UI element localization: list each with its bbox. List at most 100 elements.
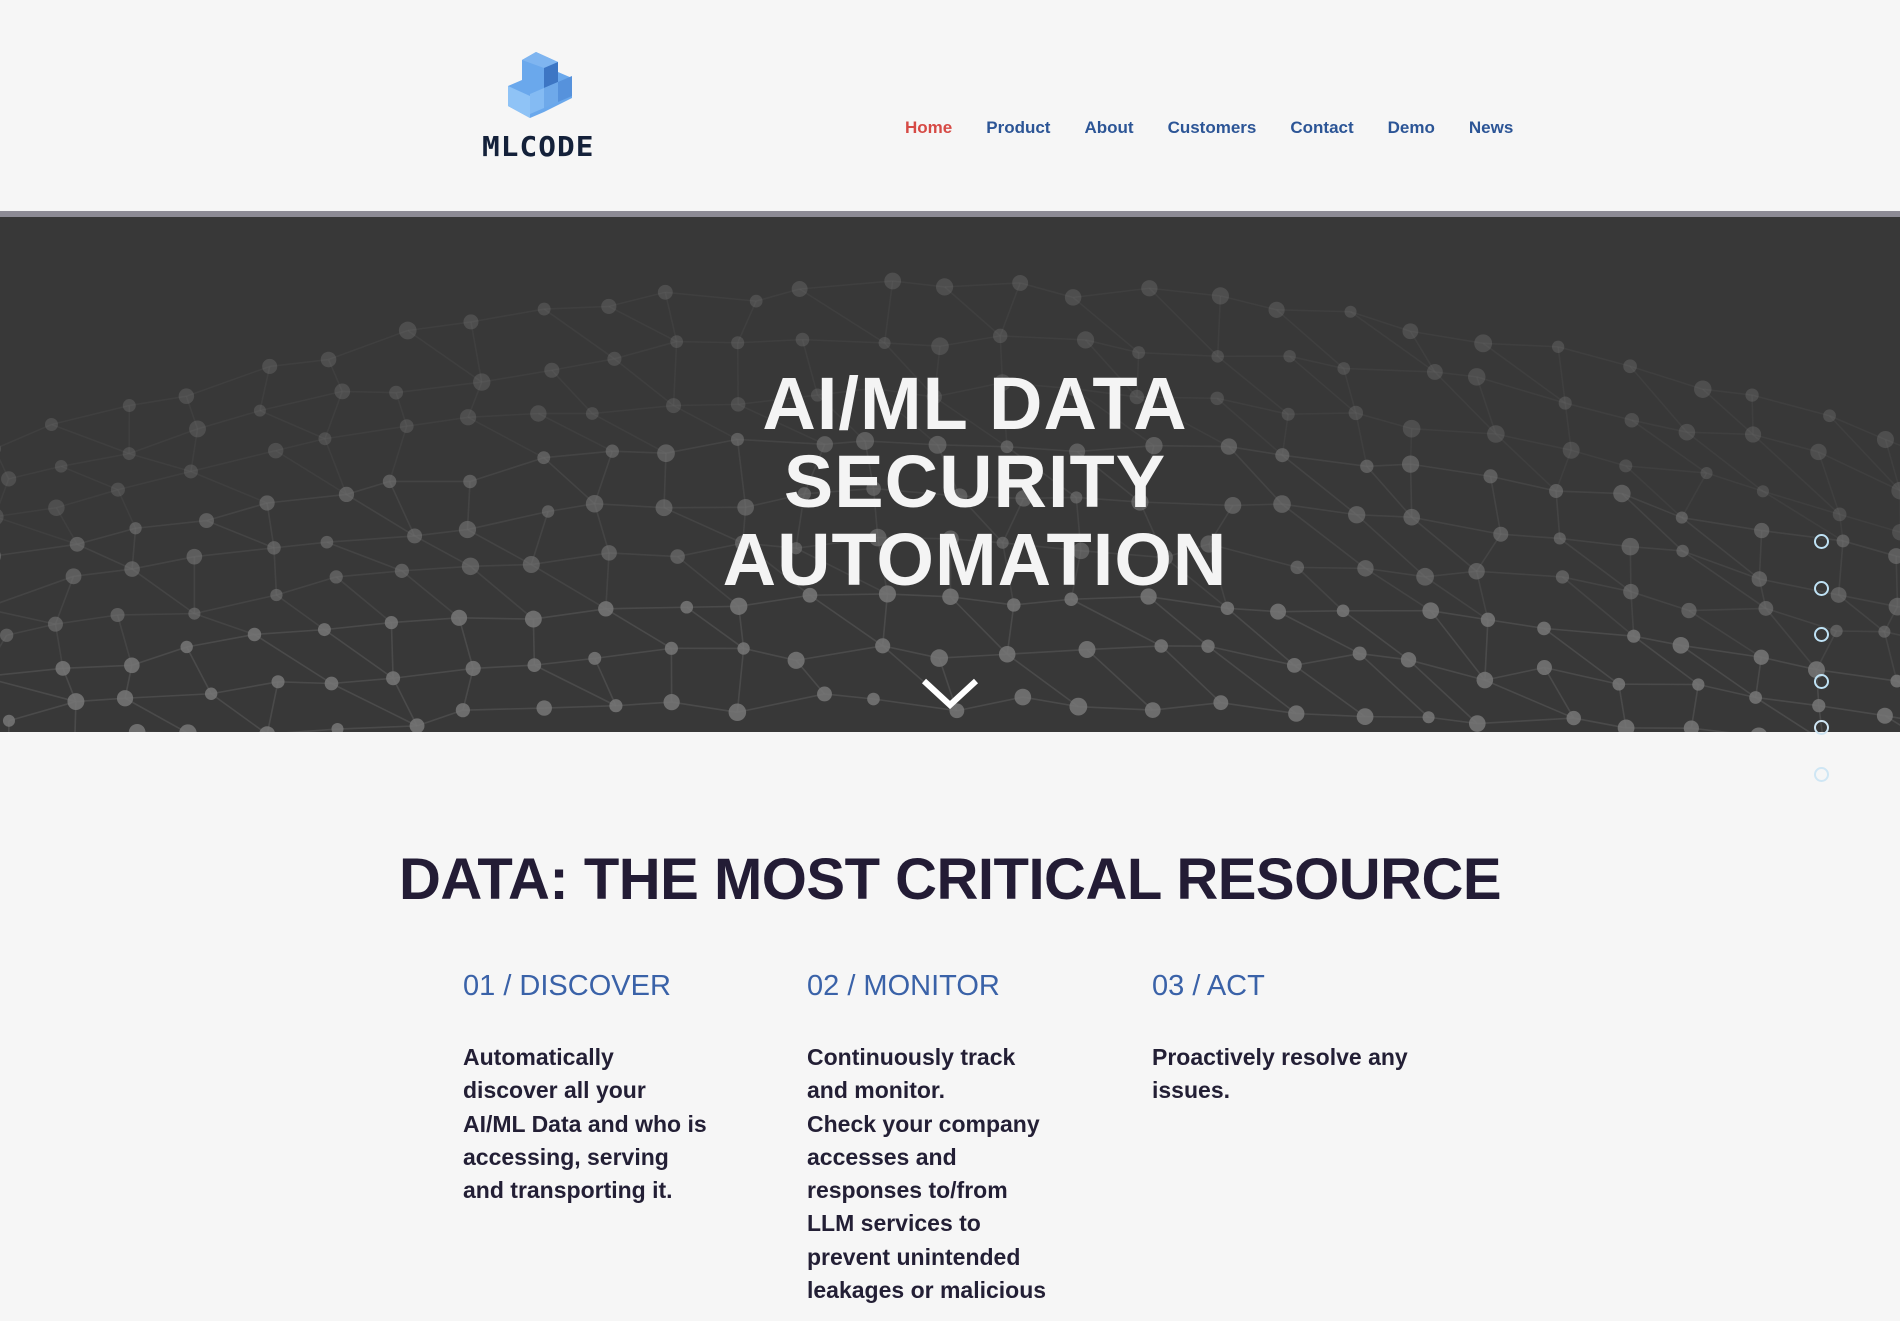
network-link <box>211 681 279 695</box>
network-node <box>1753 649 1769 665</box>
network-node <box>1144 702 1161 718</box>
network-link <box>1688 607 1766 612</box>
network-node <box>1468 715 1486 732</box>
network-node <box>1213 695 1229 711</box>
network-link <box>1483 342 1559 348</box>
network-link <box>462 707 545 711</box>
nav-product[interactable]: Product <box>986 118 1050 138</box>
network-link <box>544 704 616 709</box>
network-node <box>1476 671 1494 689</box>
network-link <box>802 338 885 344</box>
network-node <box>787 651 805 669</box>
network-link <box>331 677 394 685</box>
network-node <box>1268 301 1285 318</box>
nav-demo[interactable]: Demo <box>1388 118 1435 138</box>
section-dot[interactable] <box>1814 720 1829 735</box>
network-link <box>1680 644 1762 659</box>
feature-heading: 02 / MONITOR <box>807 970 1000 1002</box>
network-link <box>594 658 617 707</box>
network-node <box>680 600 694 614</box>
network-node <box>935 278 954 296</box>
feature-column-monitor: 02 / MONITOR Continuously track and moni… <box>807 970 1087 1307</box>
network-link <box>1543 627 1634 637</box>
section-dot[interactable] <box>1814 580 1829 596</box>
network-link <box>544 305 609 310</box>
network-link <box>664 292 678 342</box>
network-node <box>128 723 146 732</box>
network-link <box>665 291 757 302</box>
network-link <box>275 594 325 631</box>
network-node <box>795 332 810 347</box>
network-node <box>731 336 745 350</box>
network-node <box>524 610 542 628</box>
network-node <box>317 623 331 637</box>
network-link <box>254 633 332 685</box>
network-link <box>1691 727 1731 732</box>
network-link <box>0 611 56 625</box>
nav-about[interactable]: About <box>1084 118 1133 138</box>
network-link <box>470 308 545 323</box>
hero-title: AI/ML DATA SECURITY AUTOMATION <box>0 365 1900 599</box>
network-node <box>536 700 552 716</box>
network-node <box>451 609 468 626</box>
network-link <box>324 621 392 631</box>
nav-customers[interactable]: Customers <box>1168 118 1257 138</box>
network-link <box>62 664 132 670</box>
section-dot[interactable] <box>1814 673 1829 689</box>
network-node <box>455 703 470 718</box>
network-link <box>1296 712 1366 718</box>
network-node <box>47 616 63 632</box>
network-node <box>1352 646 1367 661</box>
network-link <box>392 677 418 727</box>
network-link <box>1487 618 1545 630</box>
network-node <box>1888 597 1900 616</box>
network-node <box>598 601 614 617</box>
network-link <box>608 305 678 343</box>
chevron-down-icon[interactable] <box>920 675 980 715</box>
network-node <box>2 714 16 727</box>
section-dot[interactable] <box>1814 766 1829 782</box>
network-node <box>1627 629 1641 643</box>
network-node <box>110 607 125 623</box>
logo[interactable]: MLCODE <box>480 52 604 163</box>
network-node <box>179 724 197 732</box>
network-link <box>1152 701 1221 711</box>
network-node <box>409 718 425 732</box>
network-link <box>186 633 255 648</box>
section-dot[interactable] <box>1814 627 1829 642</box>
nav-contact[interactable]: Contact <box>1290 118 1353 138</box>
network-node <box>1336 604 1350 618</box>
feature-body: Proactively resolve any issues. <box>1152 1041 1432 1108</box>
network-link <box>939 335 1001 348</box>
network-node <box>1076 331 1095 349</box>
network-link <box>736 648 745 713</box>
network-link <box>533 664 617 707</box>
nav-home[interactable]: Home <box>905 118 952 138</box>
network-node <box>728 703 747 722</box>
network-link <box>390 622 394 679</box>
network-node <box>384 615 398 630</box>
network-link <box>185 646 212 695</box>
network-node <box>1612 677 1626 691</box>
section-dot[interactable] <box>1814 534 1829 549</box>
network-node <box>749 294 763 308</box>
nav-news[interactable]: News <box>1469 118 1513 138</box>
network-link <box>608 291 666 308</box>
network-node <box>1064 289 1082 306</box>
network-link <box>594 647 672 660</box>
network-node <box>465 660 481 676</box>
network-link <box>1138 351 1218 358</box>
network-link <box>1410 330 1484 345</box>
network-node <box>1288 705 1305 722</box>
network-node <box>931 337 949 356</box>
network-node <box>737 642 750 655</box>
network-link <box>407 321 472 332</box>
network-link <box>1007 648 1088 656</box>
network-link <box>1277 610 1360 655</box>
stacked-cubes-icon <box>508 52 572 118</box>
network-link <box>393 667 474 680</box>
network-link <box>1216 295 1222 357</box>
network-link <box>459 616 534 620</box>
network-node <box>878 336 891 349</box>
network-link <box>391 616 460 624</box>
